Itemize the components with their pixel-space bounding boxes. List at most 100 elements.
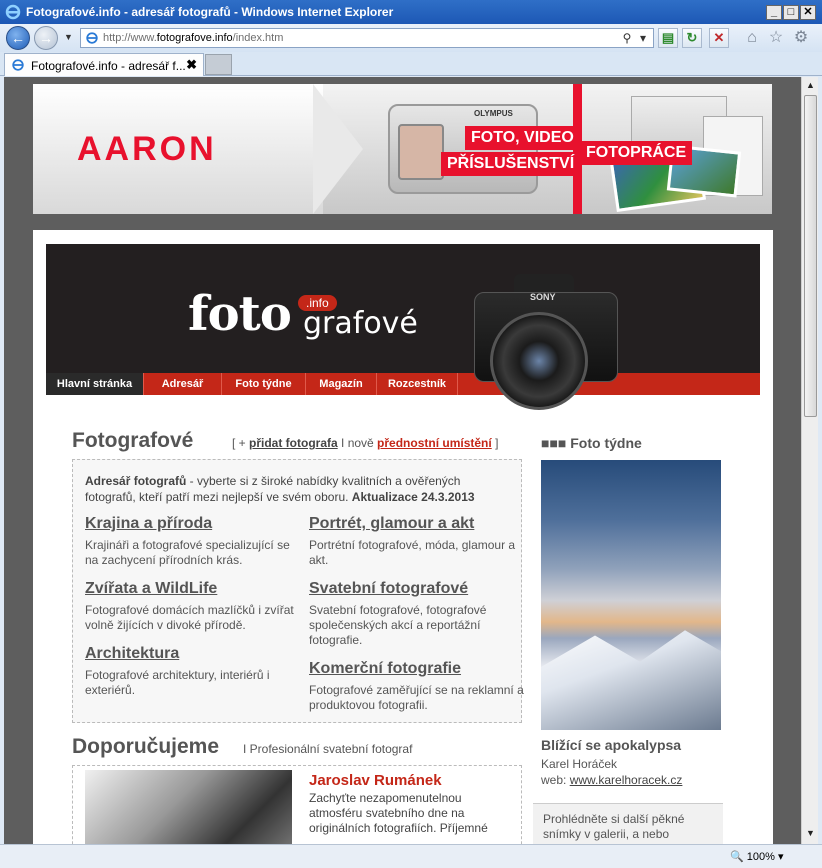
categories-box: Adresář fotografů - vyberte si z široké … xyxy=(72,459,524,723)
category-desc: Portrétní fotografové, móda, glamour a a… xyxy=(309,538,516,567)
ie-tab-icon xyxy=(12,59,24,71)
links-open-bracket: [ + xyxy=(232,436,250,450)
banner-tag-fotoprace: FOTOPRÁCE xyxy=(580,141,693,165)
category-desc: Svatební fotografové, fotografové společ… xyxy=(309,603,487,647)
camera-lens xyxy=(490,312,588,410)
compatibility-view-icon[interactable]: ▤ xyxy=(658,28,678,48)
category-link[interactable]: Zvířata a WildLife xyxy=(85,580,300,598)
vertical-scrollbar[interactable]: ▲ ▼ xyxy=(801,77,818,844)
photo-author-web: web: www.karelhoracek.cz xyxy=(541,773,682,787)
add-photographer-link[interactable]: přidat fotografa xyxy=(249,436,338,450)
status-bar: 🔍 100% ▾ xyxy=(0,844,822,868)
intro-bold: Adresář fotografů xyxy=(85,474,187,488)
address-dropdown-icon[interactable]: ▾ xyxy=(635,30,651,46)
web-label: web: xyxy=(541,773,570,787)
aaron-banner-ad[interactable]: AARON OLYMPUS FOTO, VIDEO PŘÍSLUŠENSTVÍ … xyxy=(33,84,772,214)
photo-author: Karel Horáček xyxy=(541,757,618,771)
page-content: foto .info grafové Hlavní stránka Adresá… xyxy=(33,230,773,844)
banner-brand: AARON xyxy=(77,130,217,168)
search-icon[interactable]: ⚲ xyxy=(619,30,635,46)
window-titlebar: Fotografové.info - adresář fotografů - W… xyxy=(0,0,822,24)
new-tab-button[interactable] xyxy=(205,54,232,75)
stop-icon[interactable]: ✕ xyxy=(709,28,729,48)
camera-brand-label: SONY xyxy=(530,292,556,302)
recommend-description: Zachyťte nezapomenutelnou atmosféru svat… xyxy=(309,791,488,835)
section-title-doporucujeme: Doporučujeme xyxy=(72,735,220,758)
ie-page-icon xyxy=(86,32,98,44)
main-nav: Hlavní stránka Adresář Foto týdne Magazí… xyxy=(46,373,760,395)
category-komercni: Komerční fotografie Fotografové zaměřují… xyxy=(309,660,524,713)
url-text[interactable]: http://www.fotografove.info/index.htm xyxy=(103,32,283,44)
scroll-thumb[interactable] xyxy=(804,95,817,417)
tab-fotografove[interactable]: Fotografové.info - adresář f... ✖ xyxy=(4,53,204,76)
category-architektura: Architektura Fotografové architektury, i… xyxy=(85,645,300,698)
category-link[interactable]: Portrét, glamour a akt xyxy=(309,515,524,533)
nav-adresar[interactable]: Adresář xyxy=(144,373,222,395)
maximize-button[interactable]: □ xyxy=(783,5,799,20)
category-krajina: Krajina a příroda Krajináři a fotografov… xyxy=(85,515,300,568)
favorites-star-icon[interactable]: ☆ xyxy=(767,29,785,47)
ie-logo-icon xyxy=(5,4,21,20)
wedding-photo[interactable] xyxy=(85,770,292,844)
recommend-subtitle: I Profesionální svatební fotograf xyxy=(243,742,413,756)
photo-of-week-image[interactable] xyxy=(541,460,721,730)
back-button[interactable]: ← xyxy=(6,26,30,50)
photo-mountain-shape xyxy=(541,630,721,730)
logo-grafove[interactable]: grafové xyxy=(303,306,418,341)
section-links: [ + přidat fotografa I nově přednostní u… xyxy=(232,436,498,450)
banner-camera-brand: OLYMPUS xyxy=(474,109,513,118)
recommend-box: Jaroslav Rumánek Zachyťte nezapomenuteln… xyxy=(72,765,522,844)
window-title: Fotografové.info - adresář fotografů - W… xyxy=(26,5,394,19)
home-icon[interactable]: ⌂ xyxy=(743,29,761,47)
nav-rozcestnik[interactable]: Rozcestník xyxy=(377,373,458,395)
category-zvirata: Zvířata a WildLife Fotografové domácích … xyxy=(85,580,300,633)
featured-placement-link[interactable]: přednostní umístění xyxy=(377,436,492,450)
banner-tag-prislusenstvi: PŘÍSLUŠENSTVÍ xyxy=(441,152,581,176)
address-toolbar: ← → ▼ http://www.fotografove.info/index.… xyxy=(0,24,822,52)
banner-camera-grip xyxy=(398,124,444,180)
header-camera-image: SONY xyxy=(466,264,626,414)
links-separator: I nově xyxy=(337,436,378,450)
page-viewport: AARON OLYMPUS FOTO, VIDEO PŘÍSLUŠENSTVÍ … xyxy=(4,77,801,844)
author-website-link[interactable]: www.karelhoracek.cz xyxy=(570,773,683,787)
banner-arrow-shape xyxy=(313,84,363,214)
close-window-button[interactable]: ✕ xyxy=(800,5,816,20)
category-portret: Portrét, glamour a akt Portrétní fotogra… xyxy=(309,515,524,568)
history-dropdown-icon[interactable]: ▼ xyxy=(64,32,73,42)
gallery-promo-text: Prohlédněte si další pěkné snímky v gale… xyxy=(543,812,685,841)
category-link[interactable]: Svatební fotografové xyxy=(309,580,524,598)
recommended-photographer-name[interactable]: Jaroslav Rumánek xyxy=(309,772,442,789)
tab-close-icon[interactable]: ✖ xyxy=(186,57,197,73)
category-desc: Fotografové domácích mazlíčků i zvířat v… xyxy=(85,603,294,632)
nav-hlavni-stranka[interactable]: Hlavní stránka xyxy=(46,373,144,395)
scroll-up-icon[interactable]: ▲ xyxy=(804,79,817,92)
category-link[interactable]: Komerční fotografie xyxy=(309,660,524,678)
site-header: foto .info grafové Hlavní stránka Adresá… xyxy=(46,244,760,410)
section-title-fotografove: Fotografové xyxy=(72,429,194,452)
intro-update: Aktualizace 24.3.2013 xyxy=(351,490,475,504)
category-desc: Krajináři a fotografové specializující s… xyxy=(85,538,290,567)
category-link[interactable]: Krajina a příroda xyxy=(85,515,300,533)
logo-foto[interactable]: foto xyxy=(188,286,292,342)
category-svatebni: Svatební fotografové Svatební fotografov… xyxy=(309,580,524,648)
category-desc: Fotografové zaměřující se na reklamní a … xyxy=(309,683,524,712)
photo-caption: Blížící se apokalypsa xyxy=(541,737,682,753)
photo-of-week-title: ■■■ Foto týdne xyxy=(541,435,642,451)
category-link[interactable]: Architektura xyxy=(85,645,300,663)
tab-strip: Fotografové.info - adresář f... ✖ xyxy=(0,52,822,76)
directory-intro: Adresář fotografů - vyberte si z široké … xyxy=(85,473,505,505)
tab-label: Fotografové.info - adresář f... xyxy=(31,59,186,73)
forward-button[interactable]: → xyxy=(34,26,58,50)
refresh-icon[interactable]: ↻ xyxy=(682,28,702,48)
category-desc: Fotografové architektury, interiérů i ex… xyxy=(85,668,270,697)
banner-tag-foto-video: FOTO, VIDEO xyxy=(465,126,580,150)
nav-foto-tydne[interactable]: Foto týdne xyxy=(222,373,306,395)
address-field[interactable]: http://www.fotografove.info/index.htm ⚲ … xyxy=(80,28,654,48)
scroll-down-icon[interactable]: ▼ xyxy=(804,827,817,840)
tools-gear-icon[interactable]: ⚙ xyxy=(792,29,810,47)
links-close-bracket: ] xyxy=(491,436,499,450)
gallery-promo-box: Prohlédněte si další pěkné snímky v gale… xyxy=(533,803,723,844)
zoom-level[interactable]: 🔍 100% ▾ xyxy=(730,850,783,863)
minimize-button[interactable]: _ xyxy=(766,5,782,20)
nav-magazin[interactable]: Magazín xyxy=(306,373,377,395)
